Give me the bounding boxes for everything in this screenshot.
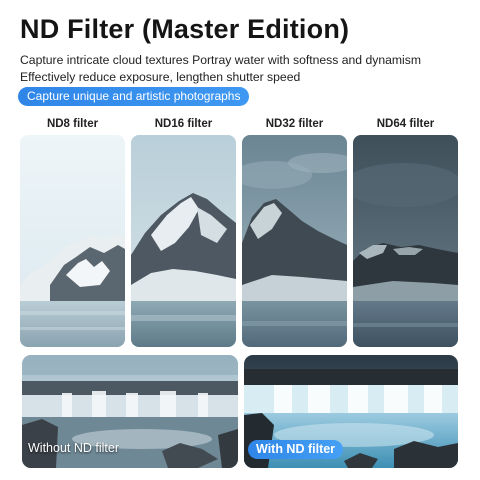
without-nd-photo: Without ND filter <box>22 355 238 468</box>
filter-label-nd64: ND64 filter <box>376 118 435 130</box>
with-nd-label: With ND filter <box>248 440 344 459</box>
without-nd-label: Without ND filter <box>28 441 119 455</box>
subtitle-line-2: Effectively reduce exposure, lengthen sh… <box>20 70 301 84</box>
with-nd-photo: With ND filter <box>244 355 458 468</box>
nd8-photo <box>20 135 125 347</box>
filter-label-nd16: ND16 filter <box>154 118 213 130</box>
subtitle-line-1: Capture intricate cloud textures Portray… <box>20 53 422 67</box>
nd32-photo <box>242 135 347 347</box>
page-title: ND Filter (Master Edition) <box>20 14 350 44</box>
nd16-photo <box>131 135 236 347</box>
filter-label-nd8: ND8 filter <box>46 118 99 130</box>
nd64-photo <box>353 135 458 347</box>
filter-label-nd32: ND32 filter <box>265 118 324 130</box>
highlight-pill: Capture unique and artistic photographs <box>18 87 250 106</box>
